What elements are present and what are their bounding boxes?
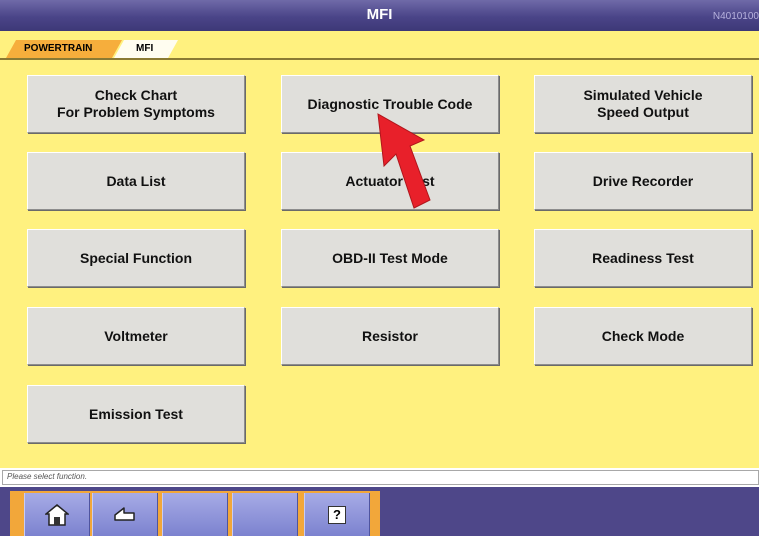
readiness-test-button[interactable]: Readiness Test (534, 229, 752, 287)
obd-ii-test-mode-button[interactable]: OBD-II Test Mode (281, 229, 499, 287)
status-text: Please select function. (7, 472, 88, 481)
toolbar-button-empty-1[interactable] (162, 493, 228, 536)
data-list-button[interactable]: Data List (27, 152, 245, 210)
check-chart-button[interactable]: Check Chart For Problem Symptoms (27, 75, 245, 133)
help-icon: ? (328, 505, 346, 524)
actuator-test-button[interactable]: Actuator Test (281, 152, 499, 210)
back-arrow-icon (112, 504, 138, 526)
home-icon (45, 503, 69, 526)
screen-id: N4010100 (712, 11, 759, 22)
help-button[interactable]: ? (304, 493, 370, 536)
breadcrumb-powertrain[interactable]: POWERTRAIN (6, 40, 122, 58)
diagnostic-trouble-code-button[interactable]: Diagnostic Trouble Code (281, 75, 499, 133)
home-button[interactable] (24, 493, 90, 536)
window-title: MFI (366, 6, 393, 23)
drive-recorder-button[interactable]: Drive Recorder (534, 152, 752, 210)
breadcrumb-divider (0, 58, 759, 60)
resistor-button[interactable]: Resistor (281, 307, 499, 365)
emission-test-button[interactable]: Emission Test (27, 385, 245, 443)
check-mode-button[interactable]: Check Mode (534, 307, 752, 365)
status-bar: Please select function. (2, 470, 759, 485)
title-bar: MFI N4010100 (0, 0, 759, 31)
mfi-screen: MFI N4010100 POWERTRAIN MFI Check Chart … (0, 0, 759, 536)
simulated-vehicle-speed-output-button[interactable]: Simulated Vehicle Speed Output (534, 75, 752, 133)
toolbar-button-empty-2[interactable] (232, 493, 298, 536)
back-button[interactable] (92, 493, 158, 536)
voltmeter-button[interactable]: Voltmeter (27, 307, 245, 365)
special-function-button[interactable]: Special Function (27, 229, 245, 287)
breadcrumb-mfi[interactable]: MFI (114, 40, 178, 58)
